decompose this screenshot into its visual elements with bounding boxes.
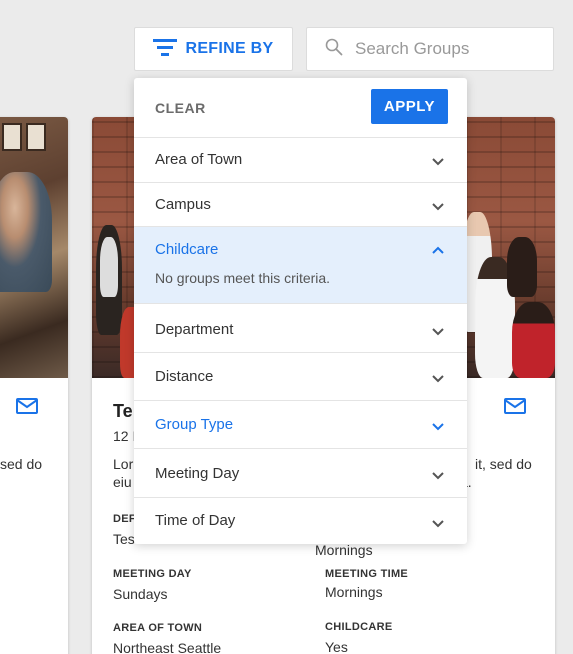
person-silhouette	[512, 302, 555, 378]
department-value: Tes	[113, 531, 135, 547]
group-card-left[interactable]: sed do	[0, 117, 68, 654]
card-description: sed do	[0, 456, 43, 472]
search-box[interactable]	[306, 27, 554, 71]
filter-campus[interactable]: Campus	[134, 183, 467, 227]
chevron-down-icon	[431, 323, 445, 341]
chevron-down-icon	[431, 370, 445, 388]
apply-button[interactable]: APPLY	[371, 89, 448, 124]
filter-icon	[153, 38, 178, 61]
filter-label: Area of Town	[155, 151, 243, 168]
filter-area-of-town[interactable]: Area of Town	[134, 138, 467, 183]
photo-frame	[2, 123, 22, 151]
card-description-left-2: eiu	[113, 474, 132, 490]
refine-dropdown: CLEAR APPLY Area of Town Campus Childcar…	[134, 78, 467, 544]
childcare-value: Yes	[325, 639, 348, 654]
meeting-time-value: Mornings	[325, 584, 383, 600]
filter-time-of-day[interactable]: Time of Day	[134, 498, 467, 544]
mail-icon[interactable]	[504, 398, 526, 419]
search-icon	[325, 38, 343, 61]
card-title: Te	[113, 401, 133, 421]
chevron-down-icon	[431, 418, 445, 436]
area-of-town-value: Northeast Seattle	[113, 640, 222, 654]
filter-label: Distance	[155, 368, 214, 385]
meeting-day-label: MEETING DAY	[113, 568, 192, 580]
refine-by-label: REFINE BY	[185, 40, 274, 57]
mail-icon[interactable]	[16, 398, 38, 419]
filter-label: Childcare	[155, 241, 219, 258]
group-photo	[0, 117, 68, 378]
chevron-down-icon	[431, 515, 445, 533]
card-description-left-1: Lor	[113, 456, 134, 472]
filter-childcare[interactable]: Childcare No groups meet this criteria.	[134, 227, 467, 304]
person-silhouette	[100, 237, 118, 297]
card-description-right-1: it, sed do	[475, 456, 532, 472]
filter-label: Meeting Day	[155, 465, 240, 482]
filter-label: Time of Day	[155, 512, 236, 529]
time-of-day-value: Mornings	[315, 542, 373, 558]
card-subtitle: 12 I	[113, 428, 137, 444]
person-silhouette	[507, 237, 537, 297]
search-input[interactable]	[355, 39, 545, 59]
dropdown-header: CLEAR APPLY	[134, 78, 467, 138]
filter-label: Group Type	[155, 416, 234, 433]
meeting-time-label: MEETING TIME	[325, 568, 409, 580]
childcare-label: CHILDCARE	[325, 621, 393, 633]
department-label: DEF	[113, 513, 136, 525]
filter-group-type[interactable]: Group Type	[134, 401, 467, 449]
chevron-down-icon	[431, 198, 445, 216]
person-silhouette	[0, 172, 52, 292]
filter-label: Department	[155, 321, 234, 338]
meeting-day-value: Sundays	[113, 586, 168, 602]
filter-department[interactable]: Department	[134, 304, 467, 353]
refine-by-button[interactable]: REFINE BY	[134, 27, 293, 71]
clear-button[interactable]: CLEAR	[155, 100, 206, 116]
area-of-town-label: AREA OF TOWN	[113, 622, 203, 634]
filter-distance[interactable]: Distance	[134, 353, 467, 401]
chevron-up-icon	[431, 242, 445, 260]
filter-meeting-day[interactable]: Meeting Day	[134, 449, 467, 498]
filter-label: Campus	[155, 196, 211, 213]
chevron-down-icon	[431, 467, 445, 485]
photo-frame	[26, 123, 46, 151]
no-results-message: No groups meet this criteria.	[155, 270, 331, 286]
chevron-down-icon	[431, 153, 445, 171]
